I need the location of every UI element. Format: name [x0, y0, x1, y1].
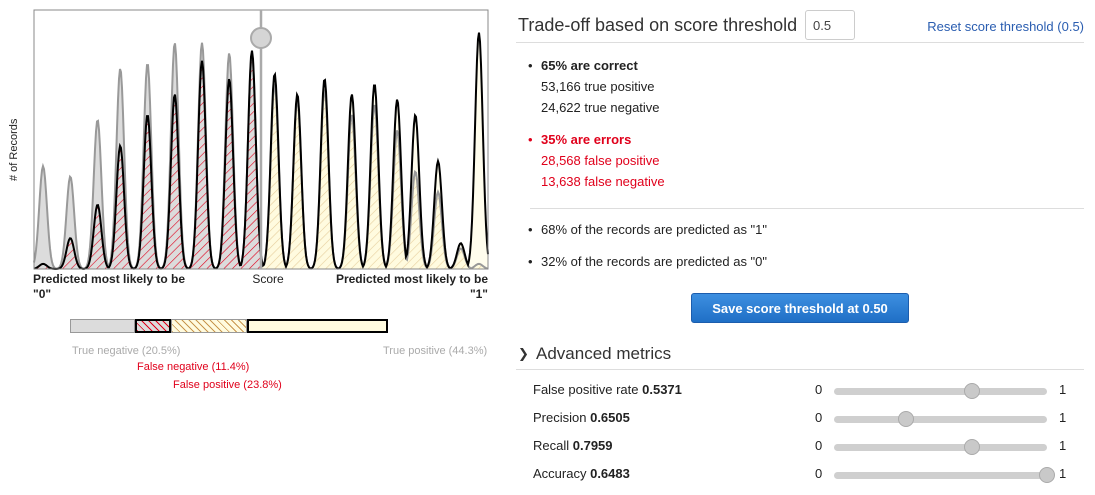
true-negative-segment [70, 319, 136, 333]
chevron-down-icon: ❯ [518, 346, 529, 361]
correct-title: 65% are correct [541, 58, 638, 73]
metric-row-precision: Precision 0.6505 0 1 [516, 405, 1084, 431]
confusion-breakdown-bar [70, 319, 388, 333]
tradeoff-panel: Trade-off based on score threshold Reset… [516, 0, 1084, 495]
false-positive-count: 28,568 false positive [541, 153, 660, 168]
metric-label: Recall [533, 438, 570, 453]
tradeoff-header: Trade-off based on score threshold Reset… [516, 10, 1084, 43]
true-positive-label: True positive (44.3%) [383, 345, 488, 357]
slider-max-label: 1 [1059, 382, 1067, 397]
score-distribution-chart[interactable] [0, 0, 500, 300]
predicted-0-summary: 32% of the records are predicted as "0" [528, 251, 767, 272]
metric-slider[interactable] [834, 411, 1047, 427]
metric-name: False positive rate 0.5371 [533, 382, 682, 397]
metric-value: 0.6483 [590, 466, 630, 481]
predicted-1-summary: 68% of the records are predicted as "1" [528, 219, 767, 240]
metric-row-false-positive-rate: False positive rate 0.5371 0 1 [516, 377, 1084, 403]
score-distribution-panel: # of Records Predicted most likely to be… [0, 0, 500, 495]
false-negative-label: False negative (11.4%) [137, 361, 250, 373]
metric-value: 0.5371 [642, 382, 682, 397]
metric-label: Precision [533, 410, 587, 425]
false-positive-segment [171, 319, 248, 333]
slider-max-label: 1 [1059, 410, 1067, 425]
advanced-metrics-toggle[interactable]: ❯ Advanced metrics [516, 343, 1084, 370]
false-negative-segment [135, 319, 172, 333]
metric-value: 0.7959 [572, 438, 613, 453]
threshold-input[interactable] [805, 10, 855, 40]
slider-min-label: 0 [815, 410, 823, 425]
metric-slider[interactable] [834, 439, 1047, 455]
save-threshold-button[interactable]: Save score threshold at 0.50 [691, 293, 909, 323]
slider-min-label: 0 [815, 466, 823, 481]
true-negative-count: 24,622 true negative [541, 100, 660, 115]
predicted-1-text: 68% of the records are predicted as "1" [528, 219, 767, 240]
x-axis-right-label: Predicted most likely to be "1" [335, 272, 488, 301]
slider-thumb[interactable] [964, 439, 981, 455]
metric-label: Accuracy [533, 466, 587, 481]
slider-thumb[interactable] [964, 383, 981, 399]
slider-thumb[interactable] [1039, 467, 1055, 483]
metric-slider[interactable] [834, 467, 1055, 483]
true-positive-count: 53,166 true positive [541, 79, 655, 94]
x-axis-left-label: Predicted most likely to be "0" [33, 272, 186, 301]
metric-row-recall: Recall 0.7959 0 1 [516, 433, 1084, 459]
correct-summary: 65% are correct 53,166 true positive 24,… [528, 55, 660, 118]
errors-summary-item: 35% are errors 28,568 false positive 13,… [528, 129, 665, 192]
slider-thumb[interactable] [898, 411, 915, 427]
metric-name: Recall 0.7959 [533, 438, 613, 453]
slider-max-label: 1 [1059, 438, 1067, 453]
x-axis-title: Score [252, 272, 284, 286]
slider-min-label: 0 [815, 382, 823, 397]
reset-threshold-link[interactable]: Reset score threshold (0.5) [927, 19, 1084, 34]
true-positive-segment [247, 319, 388, 333]
slider-min-label: 0 [815, 438, 823, 453]
errors-summary: 35% are errors 28,568 false positive 13,… [528, 129, 665, 192]
metric-value: 0.6505 [590, 410, 630, 425]
tradeoff-title: Trade-off based on score threshold [518, 15, 798, 35]
correct-summary-item: 65% are correct 53,166 true positive 24,… [528, 55, 660, 118]
metric-name: Accuracy 0.6483 [533, 466, 630, 481]
predicted-0-text: 32% of the records are predicted as "0" [528, 251, 767, 272]
metric-name: Precision 0.6505 [533, 410, 630, 425]
summary-divider [530, 208, 1084, 209]
false-negative-count: 13,638 false negative [541, 174, 665, 189]
advanced-metrics-title: Advanced metrics [536, 344, 672, 363]
errors-title: 35% are errors [541, 132, 632, 147]
metric-row-accuracy: Accuracy 0.6483 0 1 [516, 461, 1084, 487]
false-positive-label: False positive (23.8%) [173, 379, 282, 391]
slider-max-label: 1 [1059, 466, 1067, 481]
threshold-handle[interactable] [250, 27, 272, 49]
true-negative-label: True negative (20.5%) [72, 345, 181, 357]
metric-slider[interactable] [834, 383, 1047, 399]
metric-label: False positive rate [533, 382, 639, 397]
